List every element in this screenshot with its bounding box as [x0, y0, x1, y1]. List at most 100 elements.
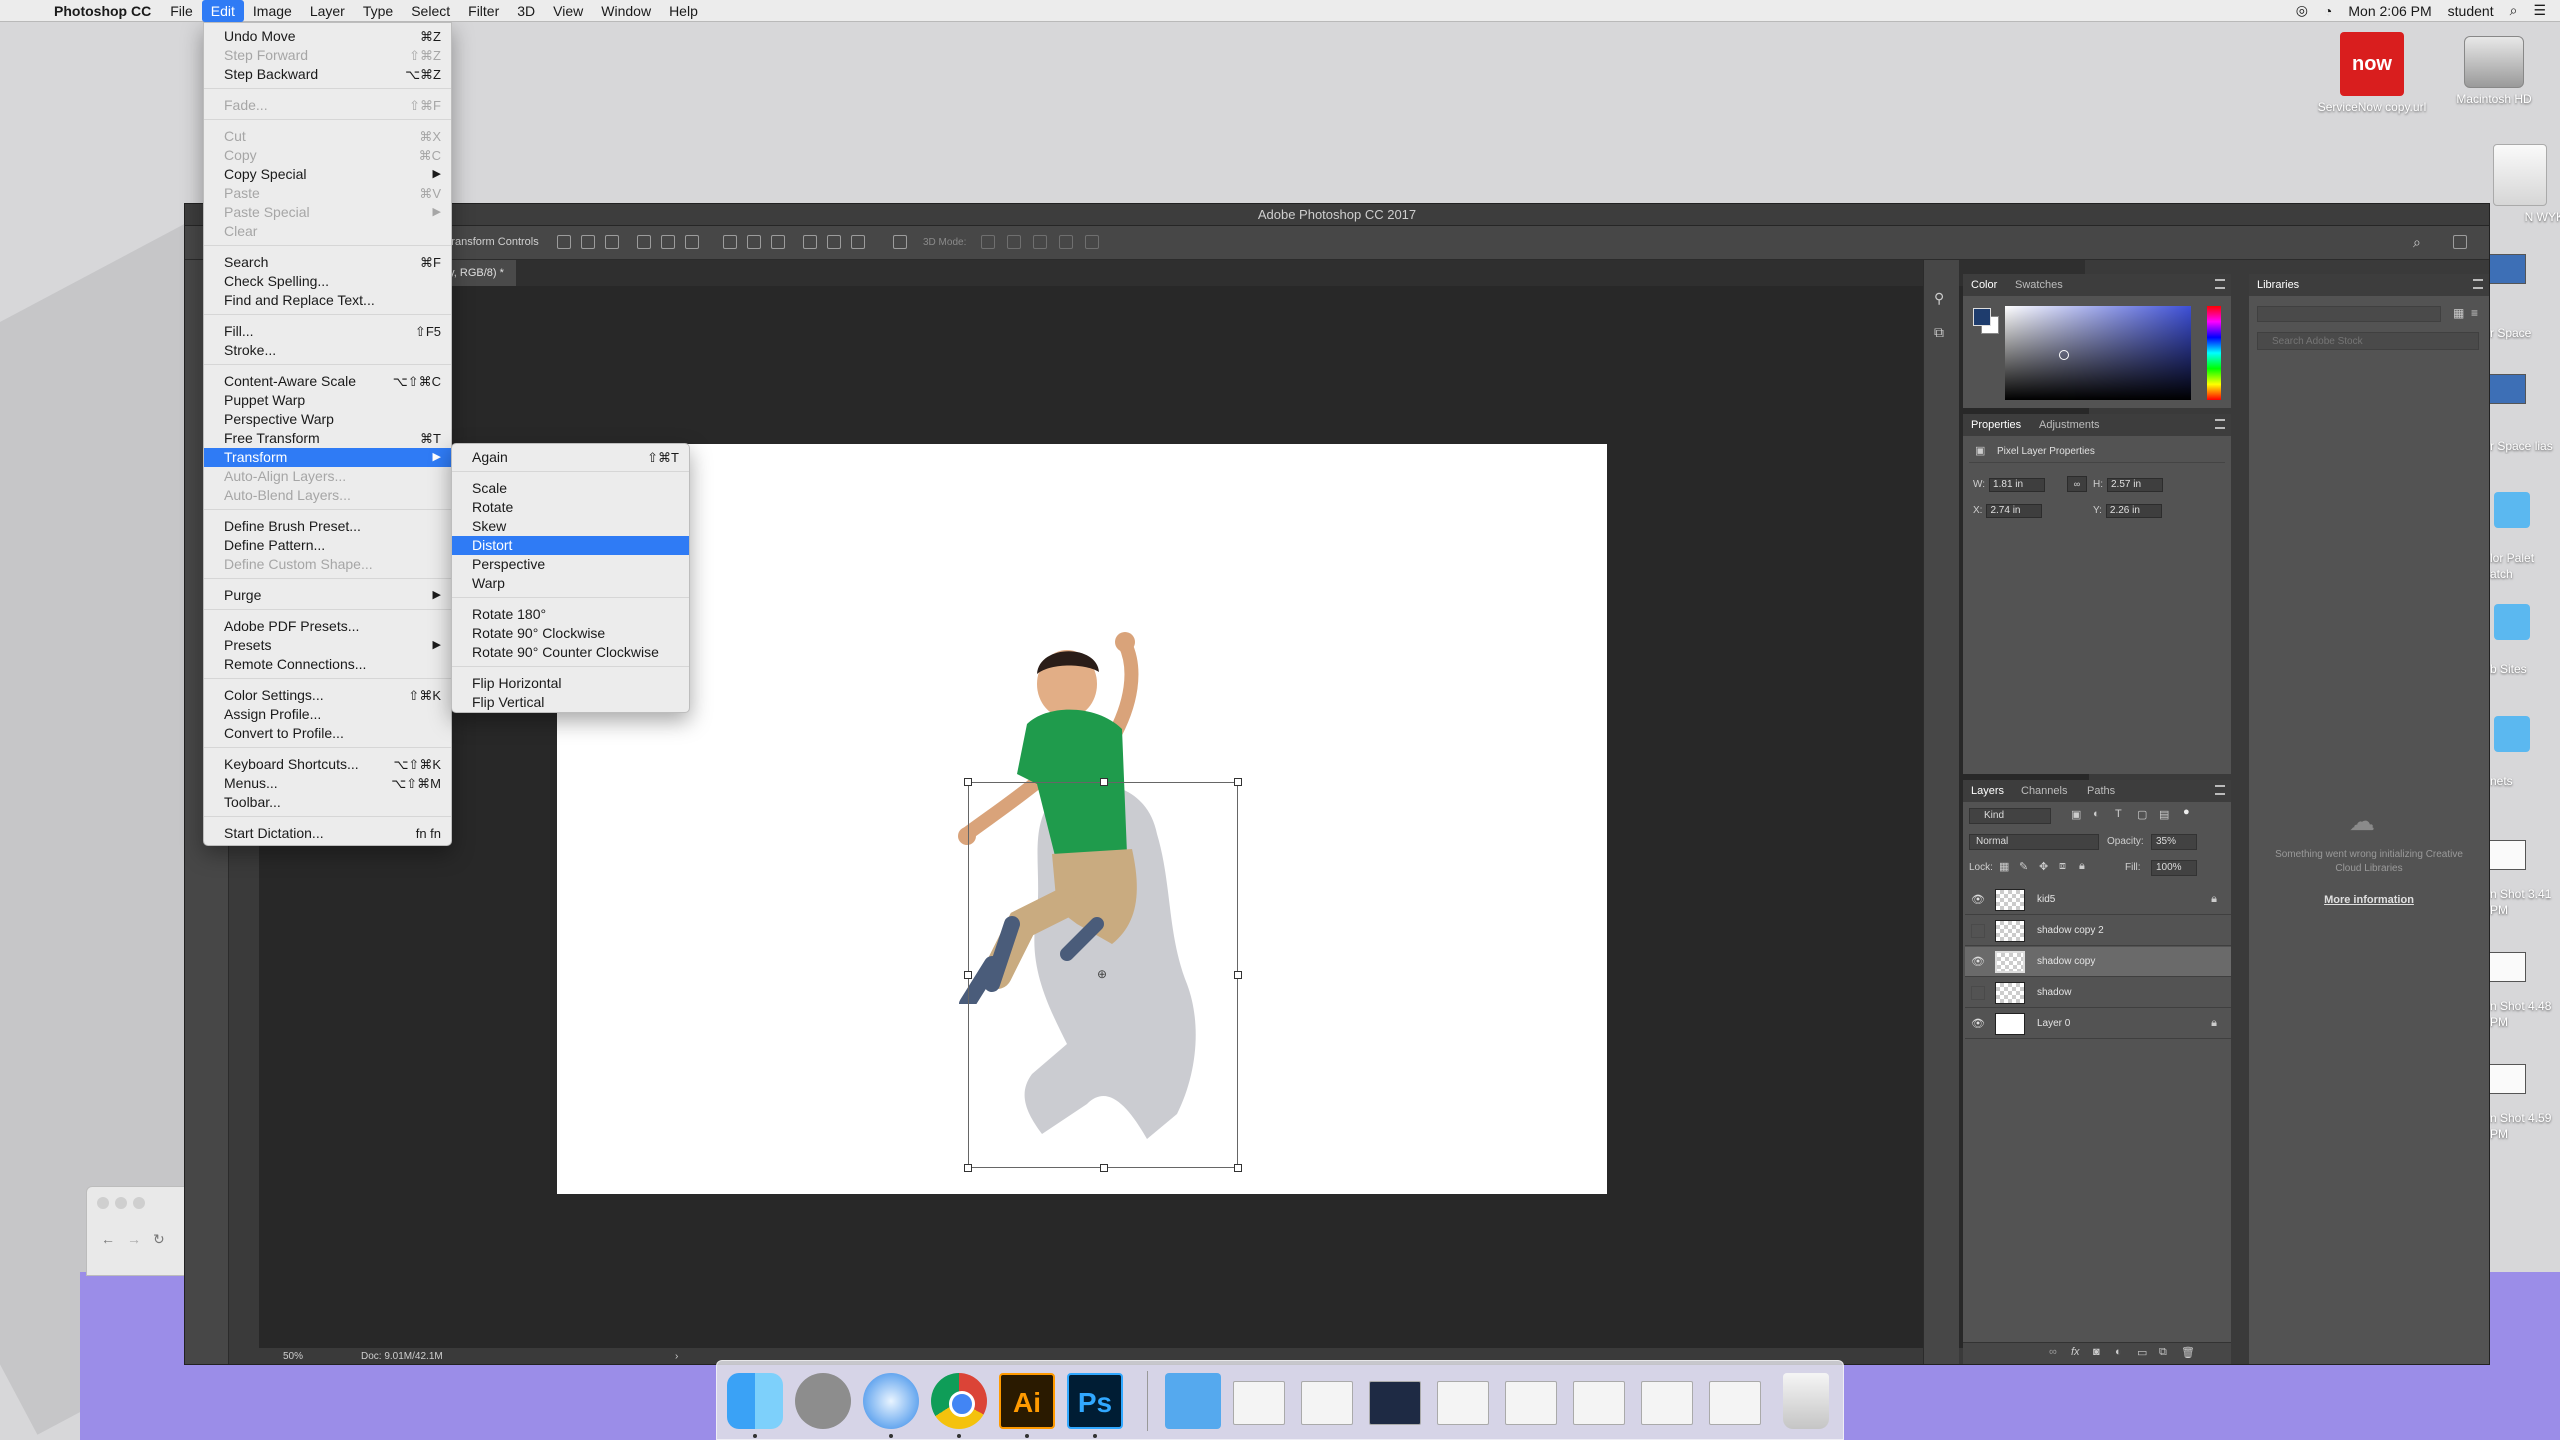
reload-icon[interactable]: ↻ [153, 1231, 165, 1248]
transform-handle[interactable] [1234, 971, 1242, 979]
visibility-eye-icon[interactable]: 👁︎ [1971, 893, 1985, 907]
menu-select[interactable]: Select [402, 0, 459, 22]
transform-controls-label[interactable]: Transform Controls [445, 236, 539, 248]
filter-toggle-icon[interactable]: ● [2183, 806, 2190, 818]
transform-distort[interactable]: Distort [452, 536, 689, 555]
library-search-input[interactable] [2257, 332, 2479, 350]
menu-image[interactable]: Image [244, 0, 301, 22]
lock-transparency-icon[interactable]: ▦ [1999, 860, 2009, 873]
distribute-hcenter-icon[interactable] [827, 235, 841, 249]
folder-dock-icon[interactable] [1165, 1373, 1221, 1429]
transform-rotate[interactable]: Rotate [452, 498, 689, 517]
edit-menu-find-and-replace-text[interactable]: Find and Replace Text... [204, 291, 451, 310]
transform-rotate-90-clockwise[interactable]: Rotate 90° Clockwise [452, 624, 689, 643]
transform-bounding-box[interactable]: ⊕ [964, 778, 1242, 1172]
3d-orbit-icon[interactable] [981, 235, 995, 249]
layer-row[interactable]: 👁︎ Layer 0 🔒︎ [1965, 1009, 2231, 1039]
user-folder-icon[interactable] [2486, 254, 2526, 284]
color-picker-field[interactable] [2005, 306, 2191, 400]
edit-menu-adobe-pdf-presets[interactable]: Adobe PDF Presets... [204, 617, 451, 636]
align-left-icon[interactable] [637, 235, 651, 249]
align-bottom-icon[interactable] [605, 235, 619, 249]
opacity-field[interactable]: 35% [2151, 834, 2197, 850]
zoom-level[interactable]: 50% [283, 1351, 303, 1362]
transform-handle[interactable] [1234, 778, 1242, 786]
edit-menu-copy-special[interactable]: Copy Special ▶ [204, 165, 451, 184]
transform-warp[interactable]: Warp [452, 574, 689, 593]
color-picker-cursor[interactable] [2059, 350, 2069, 360]
launchpad-dock-icon[interactable] [795, 1373, 851, 1429]
back-arrow-icon[interactable]: ← [101, 1231, 115, 1247]
document-dock-icon[interactable] [1437, 1381, 1489, 1425]
blend-mode-dropdown[interactable]: Normal [1969, 834, 2099, 850]
filter-shape-icon[interactable]: ▢ [2137, 808, 2147, 821]
app-menu[interactable]: Photoshop CC [40, 3, 161, 19]
3d-scale-icon[interactable] [1085, 235, 1099, 249]
transform-handle[interactable] [964, 778, 972, 786]
edit-menu-keyboard-shortcuts[interactable]: Keyboard Shortcuts... ⌥⇧⌘K [204, 755, 451, 774]
edit-menu-define-pattern[interactable]: Define Pattern... [204, 536, 451, 555]
edit-menu-convert-to-profile[interactable]: Convert to Profile... [204, 724, 451, 743]
transform-handle[interactable] [1234, 1164, 1242, 1172]
lock-position-icon[interactable]: ✥ [2039, 860, 2048, 873]
tab-swatches[interactable]: Swatches [2015, 279, 2063, 291]
distribute-top-icon[interactable] [723, 235, 737, 249]
transform-rotate-180[interactable]: Rotate 180° [452, 605, 689, 624]
document-dock-icon[interactable] [1233, 1381, 1285, 1425]
delete-layer-icon[interactable]: 🗑︎ [2181, 1346, 2195, 1359]
fill-field[interactable]: 100% [2151, 860, 2197, 876]
menu-layer[interactable]: Layer [301, 0, 354, 22]
height-field[interactable]: 2.57 in [2107, 478, 2163, 492]
tab-layers[interactable]: Layers [1971, 785, 2004, 797]
transform-again[interactable]: Again ⇧⌘T [452, 448, 689, 467]
y-field[interactable]: 2.26 in [2105, 504, 2162, 518]
align-vertical-center-icon[interactable] [581, 235, 595, 249]
menu-filter[interactable]: Filter [459, 0, 508, 22]
distribute-bottom-icon[interactable] [771, 235, 785, 249]
menu-type[interactable]: Type [354, 0, 402, 22]
grid-view-icon[interactable]: ▦ [2453, 306, 2464, 320]
document-dock-icon[interactable] [1641, 1381, 1693, 1425]
filter-type-icon[interactable]: T [2115, 808, 2122, 820]
transform-handle[interactable] [1100, 778, 1108, 786]
distribute-center-icon[interactable] [747, 235, 761, 249]
document-dock-icon[interactable] [1369, 1381, 1421, 1425]
3d-roll-icon[interactable] [1007, 235, 1021, 249]
library-dropdown[interactable] [2257, 306, 2441, 322]
new-layer-icon[interactable]: ⧉ [2159, 1346, 2167, 1359]
screenshot-thumbnail-icon[interactable] [2486, 840, 2526, 870]
filter-pixel-icon[interactable]: ▣ [2071, 808, 2081, 821]
edit-menu-presets[interactable]: Presets ▶ [204, 636, 451, 655]
edit-menu-toolbar[interactable]: Toolbar... [204, 793, 451, 812]
transform-handle[interactable] [1100, 1164, 1108, 1172]
filter-smart-object-icon[interactable]: ▤ [2159, 808, 2169, 821]
chrome-dock-icon[interactable] [931, 1373, 987, 1429]
x-field[interactable]: 2.74 in [1986, 504, 2043, 518]
finder-dock-icon[interactable] [727, 1373, 783, 1429]
distribute-left-icon[interactable] [803, 235, 817, 249]
desktop-icon-macintosh-hd[interactable]: Macintosh HD [2434, 36, 2554, 106]
edit-menu-define-brush-preset[interactable]: Define Brush Preset... [204, 517, 451, 536]
document-dock-icon[interactable] [1709, 1381, 1761, 1425]
edit-menu-puppet-warp[interactable]: Puppet Warp [204, 391, 451, 410]
visibility-toggle-off[interactable] [1971, 986, 1985, 1000]
layer-row[interactable]: shadow copy 2 [1965, 916, 2231, 946]
spotlight-search-icon[interactable]: ⌕ [2510, 2, 2518, 19]
desktop-icon-servicenow[interactable]: now ServiceNow copy.url [2312, 32, 2432, 114]
layer-row[interactable]: shadow [1965, 978, 2231, 1008]
edit-menu-transform[interactable]: Transform ▶ [204, 448, 451, 467]
transform-flip-vertical[interactable]: Flip Vertical [452, 693, 689, 712]
document-canvas[interactable]: ⊕ [557, 444, 1607, 1194]
tab-libraries[interactable]: Libraries [2257, 279, 2299, 291]
transform-perspective[interactable]: Perspective [452, 555, 689, 574]
more-information-link[interactable]: More information [2269, 894, 2469, 906]
3d-slide-icon[interactable] [1059, 235, 1073, 249]
distribute-right-icon[interactable] [851, 235, 865, 249]
edit-menu-perspective-warp[interactable]: Perspective Warp [204, 410, 451, 429]
filter-kind-dropdown[interactable]: Kind [1969, 808, 2051, 824]
edit-menu-check-spelling[interactable]: Check Spelling... [204, 272, 451, 291]
notification-center-icon[interactable]: ☰ [2533, 2, 2546, 19]
edit-menu-search[interactable]: Search ⌘F [204, 253, 451, 272]
foreground-color-swatch[interactable] [1973, 308, 1991, 326]
visibility-eye-icon[interactable]: 👁︎ [1971, 1017, 1985, 1031]
